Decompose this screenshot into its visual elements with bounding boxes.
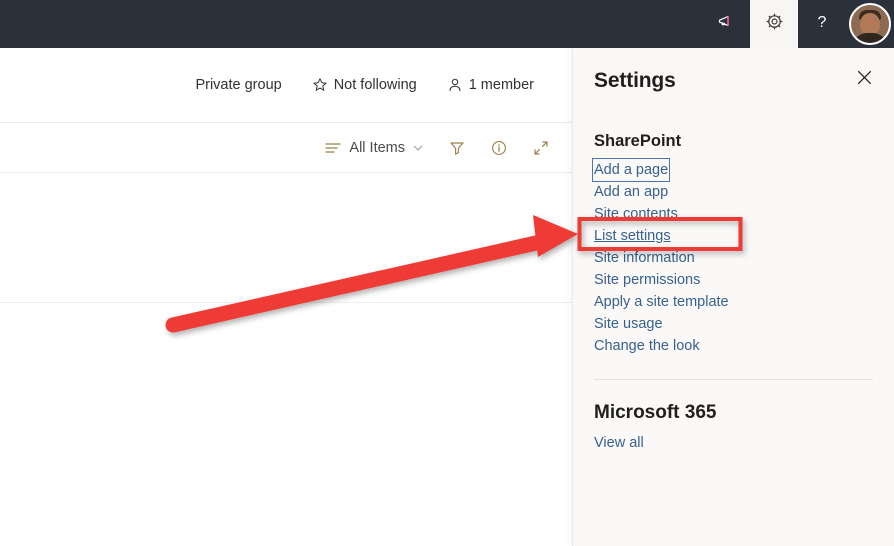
announcements-icon	[716, 12, 736, 37]
settings-panel-header: Settings	[573, 48, 894, 114]
info-icon	[490, 139, 508, 157]
expand-icon	[532, 139, 550, 157]
person-icon	[447, 77, 463, 93]
site-meta-bar: Private group Not following 1 member	[0, 48, 572, 122]
divider-command-bar	[0, 172, 572, 173]
page-content: Private group Not following 1 member	[0, 48, 572, 546]
settings-panel: Settings SharePoint Add a page Add an ap…	[572, 48, 894, 546]
gear-icon	[765, 12, 784, 36]
expand-button[interactable]	[532, 139, 550, 157]
panel-link-view-all[interactable]: View all	[593, 432, 645, 454]
page-title: Settings	[594, 69, 676, 93]
divider-list-row	[0, 302, 572, 303]
star-icon	[312, 77, 328, 93]
list-view-icon	[324, 139, 342, 157]
panel-link-site-usage[interactable]: Site usage	[593, 313, 664, 335]
group-title-microsoft-365: Microsoft 365	[594, 402, 873, 424]
svg-text:?: ?	[818, 14, 827, 31]
follow-button[interactable]: Not following	[312, 77, 417, 93]
suite-bar: ?	[0, 0, 894, 48]
panel-group-separator	[594, 379, 873, 380]
panel-link-site-permissions[interactable]: Site permissions	[593, 269, 701, 291]
view-selector-label: All Items	[349, 140, 405, 156]
close-icon	[857, 70, 872, 90]
members-button[interactable]: 1 member	[447, 77, 534, 93]
privacy-label-text: Private group	[195, 77, 281, 93]
panel-link-list-settings[interactable]: List settings	[593, 225, 672, 247]
view-selector-button[interactable]: All Items	[324, 139, 424, 157]
panel-link-add-a-page[interactable]: Add a page	[593, 159, 669, 181]
close-button[interactable]	[846, 62, 882, 98]
panel-link-site-information[interactable]: Site information	[593, 247, 696, 269]
filter-button[interactable]	[448, 139, 466, 157]
follow-label: Not following	[334, 77, 417, 93]
group-title-sharepoint: SharePoint	[594, 132, 873, 151]
privacy-label: Private group	[195, 77, 281, 93]
settings-panel-body: SharePoint Add a page Add an app Site co…	[573, 132, 894, 454]
filter-icon	[448, 139, 466, 157]
panel-link-add-an-app[interactable]: Add an app	[593, 181, 669, 203]
panel-link-change-the-look[interactable]: Change the look	[593, 335, 701, 357]
members-label: 1 member	[469, 77, 534, 93]
announcements-button[interactable]	[702, 0, 750, 48]
panel-link-apply-a-site-template[interactable]: Apply a site template	[593, 291, 730, 313]
help-button[interactable]: ?	[798, 0, 846, 48]
command-bar: All Items	[0, 123, 572, 172]
chevron-down-icon	[412, 142, 424, 154]
panel-link-site-contents[interactable]: Site contents	[593, 203, 679, 225]
details-info-button[interactable]	[490, 139, 508, 157]
help-icon: ?	[812, 12, 832, 37]
avatar-body	[853, 33, 887, 45]
account-avatar-button[interactable]	[846, 0, 894, 48]
avatar	[849, 3, 891, 45]
settings-gear-button[interactable]	[750, 0, 798, 48]
